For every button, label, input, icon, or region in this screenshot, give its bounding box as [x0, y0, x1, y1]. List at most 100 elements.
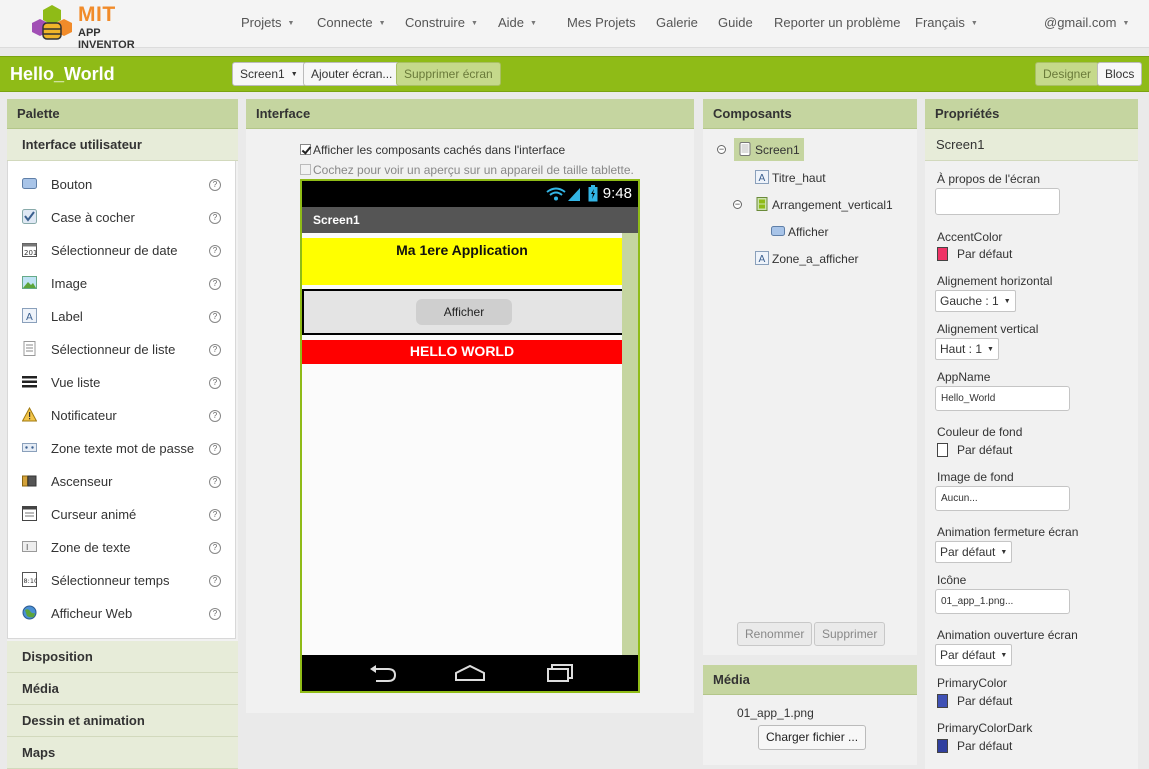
palette-item-bouton[interactable]: Bouton ?: [8, 165, 236, 198]
vertical-arrangement[interactable]: Afficher: [302, 289, 622, 335]
tree-node-titre-haut[interactable]: A Titre_haut: [755, 170, 826, 185]
svg-text:A: A: [759, 254, 766, 265]
accent-color-swatch[interactable]: [937, 247, 948, 261]
app-inventor-logo[interactable]: MIT APP INVENTOR: [30, 3, 160, 51]
palette-category-media[interactable]: Média: [7, 673, 238, 705]
phone-preview: 9:48 Screen1 Ma 1ere Application Affiche…: [300, 179, 640, 693]
palette-item-afficheur-web[interactable]: Afficheur Web ?: [8, 594, 236, 627]
help-icon[interactable]: ?: [209, 311, 221, 323]
palette-category-dessin-animation[interactable]: Dessin et animation: [7, 705, 238, 737]
help-icon[interactable]: ?: [209, 443, 221, 455]
menu-reporter-probleme[interactable]: Reporter un problème: [774, 15, 900, 30]
svg-text:8:10: 8:10: [24, 577, 38, 585]
prop-close-anim-select[interactable]: Par défaut ▼: [935, 541, 1013, 563]
prop-open-anim-select[interactable]: Par défaut ▼: [935, 644, 1013, 666]
prop-align-h-select[interactable]: Gauche : 1 ▼: [935, 290, 1016, 312]
help-icon[interactable]: ?: [209, 509, 221, 521]
primary-color-swatch[interactable]: [937, 694, 948, 708]
prop-bgimage-label: Image de fond: [937, 470, 1014, 484]
remove-screen-button[interactable]: Supprimer écran: [396, 62, 501, 86]
palette-item-selectionneur-temps[interactable]: 8:10 Sélectionneur temps ?: [8, 561, 236, 594]
delete-button[interactable]: Supprimer: [814, 622, 886, 646]
checkbox-unchecked-icon[interactable]: [300, 164, 311, 175]
help-icon[interactable]: ?: [209, 410, 221, 422]
show-hidden-components-checkbox[interactable]: Afficher les composants cachés dans l'in…: [300, 143, 565, 157]
palette-item-vue-liste[interactable]: Vue liste ?: [8, 363, 236, 396]
prop-icon-input[interactable]: 01_app_1.png...: [935, 589, 1070, 614]
project-title: Hello_World: [10, 64, 115, 84]
palette-item-zone-de-texte[interactable]: I Zone de texte ?: [8, 528, 236, 561]
menu-guide[interactable]: Guide: [718, 15, 753, 30]
help-icon[interactable]: ?: [209, 344, 221, 356]
menu-galerie[interactable]: Galerie: [656, 15, 698, 30]
zone-a-afficher-label[interactable]: HELLO WORLD: [302, 340, 622, 364]
help-icon[interactable]: ?: [209, 212, 221, 224]
help-icon[interactable]: ?: [209, 575, 221, 587]
palette-category-maps[interactable]: Maps: [7, 737, 238, 769]
menu-aide[interactable]: Aide ▼: [498, 15, 537, 30]
palette-item-zone-mot-de-passe[interactable]: Zone texte mot de passe ?: [8, 429, 236, 462]
help-icon[interactable]: ?: [209, 377, 221, 389]
collapse-icon[interactable]: −: [717, 145, 726, 154]
prop-accent-color[interactable]: Par défaut: [937, 247, 1012, 261]
help-icon[interactable]: ?: [209, 542, 221, 554]
menu-connecte[interactable]: Connecte ▼: [317, 15, 386, 30]
palette-category-disposition[interactable]: Disposition: [7, 641, 238, 673]
listview-icon: [22, 376, 37, 388]
help-icon[interactable]: ?: [209, 608, 221, 620]
upload-file-button[interactable]: Charger fichier ...: [758, 725, 867, 750]
titre-haut-label[interactable]: Ma 1ere Application: [302, 238, 622, 285]
prop-align-v-select[interactable]: Haut : 1 ▼: [935, 338, 999, 360]
palette-item-label[interactable]: A Label ?: [8, 297, 236, 330]
tree-node-zone-a-afficher[interactable]: A Zone_a_afficher: [755, 251, 859, 266]
menu-construire[interactable]: Construire ▼: [405, 15, 478, 30]
prop-primary-color[interactable]: Par défaut: [937, 694, 1012, 708]
prop-about-textarea[interactable]: [935, 188, 1060, 215]
phone-time: 9:48: [602, 185, 632, 202]
blocks-button[interactable]: Blocs: [1097, 62, 1143, 86]
menu-account[interactable]: @gmail.com ▼: [1044, 15, 1129, 30]
media-file-item[interactable]: 01_app_1.png: [737, 706, 814, 720]
menu-mes-projets[interactable]: Mes Projets: [567, 15, 636, 30]
afficher-button[interactable]: Afficher: [416, 299, 512, 325]
primary-dark-color-swatch[interactable]: [937, 739, 948, 753]
chevron-down-icon: ▼: [378, 20, 386, 27]
tree-node-arrangement-vertical1[interactable]: Arrangement_vertical1: [755, 197, 893, 212]
collapse-icon[interactable]: −: [733, 200, 742, 209]
palette-item-selectionneur-liste[interactable]: Sélectionneur de liste ?: [8, 330, 236, 363]
tablet-preview-checkbox[interactable]: Cochez pour voir un aperçu sur un appare…: [300, 163, 634, 177]
help-icon[interactable]: ?: [209, 278, 221, 290]
checkbox-checked-icon[interactable]: [300, 144, 311, 155]
palette-item-selectionneur-date[interactable]: 201 Sélectionneur de date ?: [8, 231, 236, 264]
screen-select[interactable]: Screen1 ▼: [232, 62, 306, 86]
palette-item-image[interactable]: Image ?: [8, 264, 236, 297]
help-icon[interactable]: ?: [209, 476, 221, 488]
prop-accent-label: AccentColor: [937, 230, 1003, 244]
phone-screen-body[interactable]: Ma 1ere Application Afficher HELLO WORLD: [302, 233, 622, 655]
palette-item-curseur-anime[interactable]: Curseur animé ?: [8, 495, 236, 528]
prop-bgimage-input[interactable]: Aucun...: [935, 486, 1070, 511]
properties-panel: Propriétés Screen1 À propos de l'écran A…: [925, 99, 1138, 769]
palette-item-case-a-cocher[interactable]: Case à cocher ?: [8, 198, 236, 231]
palette-item-notificateur[interactable]: Notificateur ?: [8, 396, 236, 429]
rename-button[interactable]: Renommer: [737, 622, 813, 646]
menu-language[interactable]: Français ▼: [915, 15, 978, 30]
prop-appname-input[interactable]: Hello_World: [935, 386, 1070, 411]
menu-projets[interactable]: Projets ▼: [241, 15, 294, 30]
button-icon: [771, 226, 785, 236]
help-icon[interactable]: ?: [209, 245, 221, 257]
tree-node-screen1[interactable]: Screen1: [734, 138, 804, 161]
components-panel: Composants − Screen1 A Titre_haut − Arran…: [703, 99, 917, 655]
prop-bgcolor-color[interactable]: Par défaut: [937, 443, 1012, 457]
designer-button[interactable]: Designer: [1035, 62, 1100, 86]
tree-node-afficher[interactable]: Afficher: [771, 224, 828, 239]
bgcolor-swatch[interactable]: [937, 443, 948, 457]
svg-text:I: I: [26, 543, 28, 552]
add-screen-button[interactable]: Ajouter écran...: [303, 62, 401, 86]
help-icon[interactable]: ?: [209, 179, 221, 191]
palette-item-ascenseur[interactable]: Ascenseur ?: [8, 462, 236, 495]
chevron-down-icon: ▼: [1000, 652, 1008, 659]
back-icon: [370, 665, 397, 682]
prop-primary-dark-color[interactable]: Par défaut: [937, 739, 1012, 753]
palette-category-user-interface[interactable]: Interface utilisateur: [7, 129, 238, 161]
